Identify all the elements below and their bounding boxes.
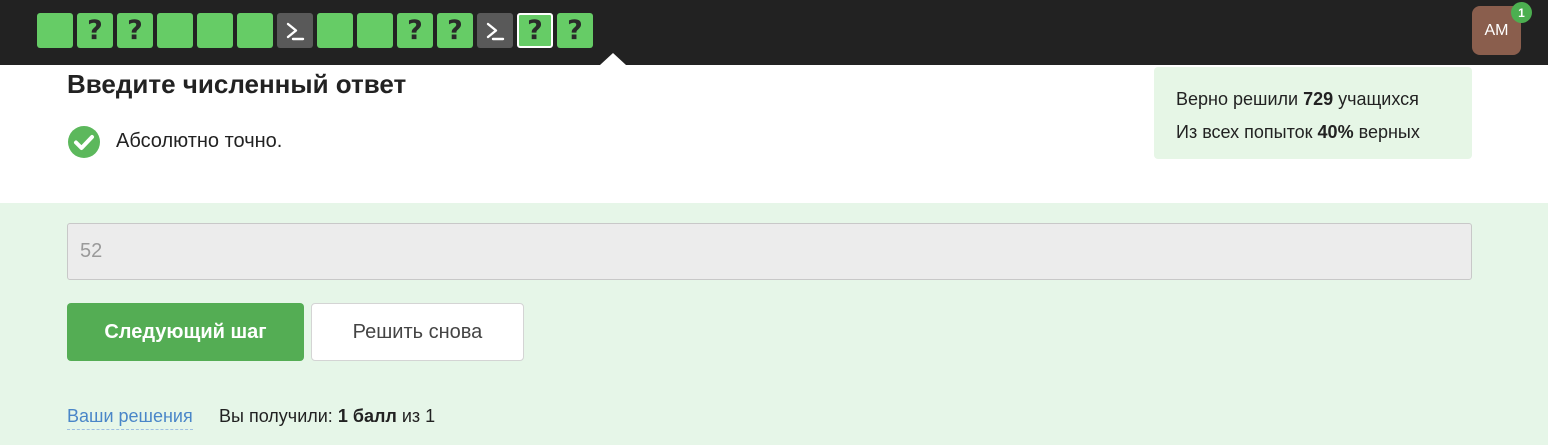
question-mark-icon: ? (87, 15, 103, 46)
question-mark-icon: ? (567, 15, 583, 46)
terminal-icon (484, 20, 506, 42)
solve-again-button[interactable]: Решить снова (311, 303, 524, 361)
step-11[interactable]: ? (437, 13, 473, 48)
next-step-button[interactable]: Следующий шаг (67, 303, 304, 361)
check-circle-icon (67, 125, 101, 164)
active-step-pointer (600, 53, 626, 65)
notification-badge: 1 (1511, 2, 1532, 23)
step-7[interactable] (277, 13, 313, 48)
solved-count: 729 (1303, 89, 1334, 109)
step-9[interactable] (357, 13, 393, 48)
step-2[interactable]: ? (77, 13, 113, 48)
step-10[interactable]: ? (397, 13, 433, 48)
step-1[interactable] (37, 13, 73, 48)
solve-stats-panel: Верно решили 729 учащихся Из всех попыто… (1154, 67, 1472, 159)
avatar-initials: AM (1484, 21, 1509, 39)
step-3[interactable]: ? (117, 13, 153, 48)
step-6[interactable] (237, 13, 273, 48)
top-navigation-bar: ?????? AM 1 (0, 0, 1548, 65)
question-mark-icon: ? (447, 15, 463, 46)
numeric-answer-input[interactable] (67, 223, 1472, 280)
step-13-active[interactable]: ? (517, 13, 553, 48)
task-title: Введите численный ответ (67, 69, 407, 99)
step-14[interactable]: ? (557, 13, 593, 48)
question-mark-icon: ? (527, 15, 543, 46)
step-4[interactable] (157, 13, 193, 48)
question-mark-icon: ? (127, 15, 143, 46)
your-solutions-link[interactable]: Ваши решения (67, 406, 193, 430)
terminal-icon (284, 20, 306, 42)
step-8[interactable] (317, 13, 353, 48)
step-12[interactable] (477, 13, 513, 48)
step-5[interactable] (197, 13, 233, 48)
solved-count-line: Верно решили 729 учащихся (1176, 89, 1419, 109)
score-text: Вы получили: 1 балл из 1 (219, 406, 436, 426)
result-status-text: Абсолютно точно. (116, 130, 283, 152)
score-value: 1 балл (337, 406, 397, 426)
success-rate-line: Из всех попыток 40% верных (1176, 122, 1420, 142)
answer-area: Следующий шаг Решить снова Ваши решения … (0, 203, 1548, 445)
success-rate: 40% (1317, 122, 1354, 142)
question-mark-icon: ? (407, 15, 423, 46)
